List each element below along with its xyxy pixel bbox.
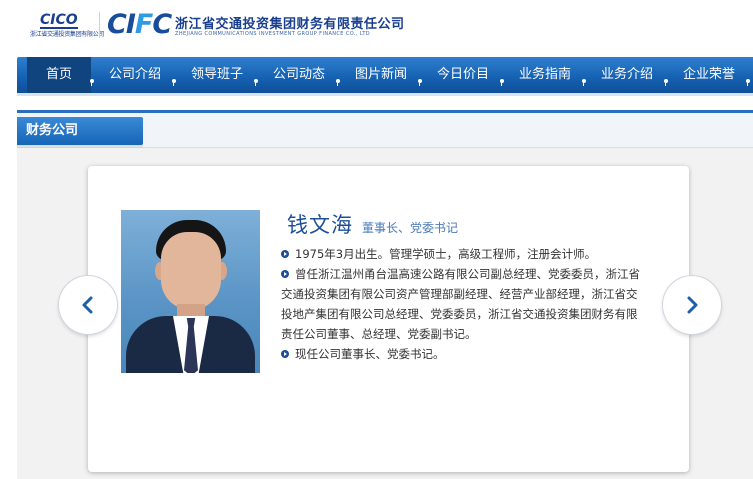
nav-separator-icon: [336, 79, 340, 86]
logo-letter-c2: C: [152, 9, 172, 40]
logo-letter-i: I: [125, 9, 136, 40]
bio-paragraph: 现任公司董事长、党委书记。: [281, 344, 647, 364]
bullet-icon: [281, 350, 289, 358]
bio-text-1: 1975年3月出生。管理学硕士，高级工程师，注册会计师。: [295, 247, 597, 261]
carousel-next-button[interactable]: [663, 276, 721, 334]
leader-bio: 1975年3月出生。管理学硕士，高级工程师，注册会计师。 曾任浙江温州甬台温高速…: [281, 244, 647, 364]
leader-name: 钱文海: [287, 213, 353, 237]
nav-item-home[interactable]: 首页: [27, 57, 91, 93]
bullet-icon: [281, 270, 289, 278]
nav-separator-icon: [90, 79, 94, 86]
group-logo[interactable]: CICO 浙江省交通投资集团有限公司: [30, 12, 104, 38]
nav-separator-icon: [418, 79, 422, 86]
nav-separator-icon: [582, 79, 586, 86]
carousel-prev-button[interactable]: [59, 276, 117, 334]
group-logo-letters: CICO: [40, 12, 78, 28]
nav-item-news[interactable]: 公司动态: [265, 57, 333, 93]
nav-item-leadership[interactable]: 领导班子: [183, 57, 251, 93]
nav-separator-icon: [746, 79, 750, 86]
chevron-right-icon: [687, 296, 698, 314]
logo-divider: [99, 12, 100, 38]
group-logo-caption: 浙江省交通投资集团有限公司: [30, 31, 105, 38]
leader-title: 董事长、党委书记: [362, 221, 459, 235]
company-name-cn: 浙江省交通投资集团财务有限责任公司: [175, 17, 405, 32]
bio-paragraph: 曾任浙江温州甬台温高速公路有限公司副总经理、党委委员，浙江省交通投资集团有限公司…: [281, 264, 647, 344]
nav-item-business-intro[interactable]: 业务介绍: [593, 57, 661, 93]
company-name-en: ZHEJIANG COMMUNICATIONS INVESTMENT GROUP…: [175, 31, 371, 37]
nav-item-todays-rates[interactable]: 今日价目: [429, 57, 497, 93]
bio-text-3: 现任公司董事长、党委书记。: [295, 347, 445, 361]
nav-separator-icon: [172, 79, 176, 86]
nav-separator-icon: [500, 79, 504, 86]
nav-item-photo-news[interactable]: 图片新闻: [347, 57, 415, 93]
site-header: CICO 浙江省交通投资集团有限公司 CIFC 浙江省交通投资集团财务有限责任公…: [0, 0, 753, 52]
nav-item-business-guide[interactable]: 业务指南: [511, 57, 579, 93]
nav-separator-icon: [664, 79, 668, 86]
bullet-icon: [281, 250, 289, 258]
main-nav: 首页 公司介绍 领导班子 公司动态 图片新闻 今日价目 业务指南 业务介绍 企业…: [17, 57, 753, 96]
section-header: 财务公司: [17, 110, 753, 149]
logo-letter-f: F: [134, 9, 153, 40]
bio-text-2: 曾任浙江温州甬台温高速公路有限公司副总经理、党委委员，浙江省交通投资集团有限公司…: [281, 267, 640, 341]
nav-item-company-intro[interactable]: 公司介绍: [101, 57, 169, 93]
bio-paragraph: 1975年3月出生。管理学硕士，高级工程师，注册会计师。: [281, 244, 647, 264]
leader-photo: [121, 210, 260, 373]
logo-letter-c1: C: [107, 9, 127, 40]
nav-separator-icon: [254, 79, 258, 86]
section-tab-finance-company[interactable]: 财务公司: [17, 117, 143, 149]
nav-item-honors[interactable]: 企业荣誉: [675, 57, 743, 93]
company-logo[interactable]: CIFC: [107, 8, 172, 42]
chevron-left-icon: [82, 296, 93, 314]
